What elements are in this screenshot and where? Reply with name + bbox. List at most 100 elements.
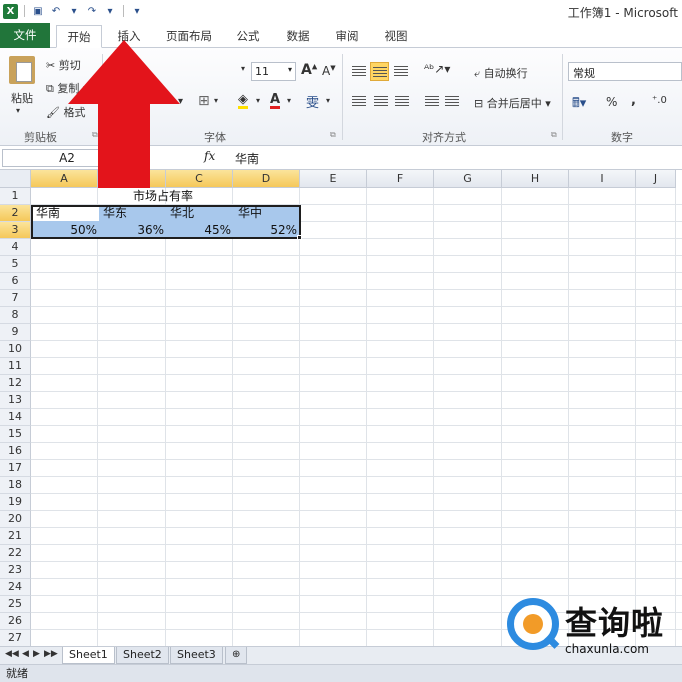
row-header-5[interactable]: 5 — [0, 256, 31, 273]
phonetic-icon[interactable]: 雯 — [306, 92, 319, 111]
row-header-25[interactable]: 25 — [0, 596, 31, 613]
next-sheet-icon[interactable]: ▶ — [33, 649, 40, 659]
row-header-6[interactable]: 6 — [0, 273, 31, 290]
insert-function-icon[interactable]: fx — [204, 149, 215, 163]
customize-qat-icon[interactable]: ▾ — [130, 4, 144, 18]
column-header-d[interactable]: D — [233, 170, 300, 188]
status-bar: 就绪 — [0, 664, 682, 682]
orientation-icon[interactable]: ᴬᵇ↗▾ — [424, 62, 450, 76]
shrink-font-button[interactable]: A▼ — [322, 64, 336, 78]
dialog-launcher-icon[interactable]: ⧉ — [551, 130, 557, 140]
save-icon[interactable]: ▣ — [31, 4, 45, 18]
row-header-12[interactable]: 12 — [0, 375, 31, 392]
row-header-21[interactable]: 21 — [0, 528, 31, 545]
column-header-i[interactable]: I — [569, 170, 636, 188]
column-header-f[interactable]: F — [367, 170, 434, 188]
currency-icon[interactable]: 🖩▾ — [572, 94, 586, 116]
sheet-tab-sheet3[interactable]: Sheet3 — [170, 647, 223, 664]
dropdown-arrow-icon[interactable]: ▾ — [103, 4, 117, 18]
row-header-22[interactable]: 22 — [0, 545, 31, 562]
cell-b3[interactable]: 36% — [100, 222, 167, 238]
row-header-11[interactable]: 11 — [0, 358, 31, 375]
first-sheet-icon[interactable]: ◀◀ — [5, 649, 19, 659]
select-all-corner[interactable] — [0, 170, 31, 188]
row-header-18[interactable]: 18 — [0, 477, 31, 494]
cell-d3[interactable]: 52% — [234, 222, 300, 238]
row-header-2[interactable]: 2 — [0, 205, 31, 222]
align-top-button[interactable] — [350, 62, 368, 80]
row-header-16[interactable]: 16 — [0, 443, 31, 460]
row-header-8[interactable]: 8 — [0, 307, 31, 324]
row-header-9[interactable]: 9 — [0, 324, 31, 341]
fill-color-icon[interactable]: ◈ — [238, 93, 248, 109]
formula-input[interactable]: 华南 — [235, 150, 259, 167]
cell-d2[interactable]: 华中 — [235, 205, 265, 221]
cell-title[interactable]: 市场占有率 — [130, 188, 196, 204]
tab-data[interactable]: 数据 — [278, 25, 318, 48]
undo-icon[interactable]: ↶ — [49, 4, 63, 18]
row-header-15[interactable]: 15 — [0, 426, 31, 443]
cell-c2[interactable]: 华北 — [167, 205, 197, 221]
border-dropdown-icon[interactable]: ▾ — [214, 96, 218, 105]
tab-review[interactable]: 审阅 — [327, 25, 367, 48]
decrease-indent-button[interactable] — [423, 92, 441, 110]
merge-center-button[interactable]: ⊟ 合并后居中 ▾ — [474, 95, 551, 111]
tab-file[interactable]: 文件 — [0, 23, 50, 48]
row-header-19[interactable]: 19 — [0, 494, 31, 511]
cell-a3[interactable]: 50% — [33, 222, 100, 238]
align-center-button[interactable] — [372, 92, 390, 110]
align-left-button[interactable] — [350, 92, 368, 110]
column-header-g[interactable]: G — [434, 170, 502, 188]
cell-b2[interactable]: 华东 — [100, 205, 130, 221]
row-header-24[interactable]: 24 — [0, 579, 31, 596]
column-header-e[interactable]: E — [300, 170, 367, 188]
insert-sheet-icon[interactable]: ⊕ — [225, 647, 248, 664]
font-color-dropdown-icon[interactable]: ▾ — [287, 96, 291, 105]
align-middle-button[interactable] — [370, 62, 389, 81]
row-header-1[interactable]: 1 — [0, 188, 31, 205]
row-header-26[interactable]: 26 — [0, 613, 31, 630]
column-header-j[interactable]: J — [636, 170, 676, 188]
font-size-select[interactable]: 11 ▾ — [251, 62, 296, 81]
sheet-tab-sheet2[interactable]: Sheet2 — [116, 647, 169, 664]
font-color-icon[interactable]: A — [270, 93, 281, 109]
prev-sheet-icon[interactable]: ◀ — [22, 649, 29, 659]
paste-dropdown-icon[interactable]: ▾ — [16, 106, 20, 115]
fill-dropdown-icon[interactable]: ▾ — [256, 96, 260, 105]
dropdown-arrow-icon[interactable]: ▾ — [67, 4, 81, 18]
row-header-23[interactable]: 23 — [0, 562, 31, 579]
row-header-4[interactable]: 4 — [0, 239, 31, 256]
last-sheet-icon[interactable]: ▶▶ — [44, 649, 58, 659]
font-name-dropdown-icon[interactable]: ▾ — [241, 64, 245, 73]
row-header-10[interactable]: 10 — [0, 341, 31, 358]
phonetic-dropdown-icon[interactable]: ▾ — [326, 96, 330, 105]
row-header-20[interactable]: 20 — [0, 511, 31, 528]
grow-font-button[interactable]: A▲ — [301, 62, 317, 78]
align-bottom-button[interactable] — [392, 62, 410, 80]
row-header-27[interactable]: 27 — [0, 630, 31, 646]
wrap-text-button[interactable]: ⤶ 自动换行 — [474, 65, 528, 81]
row-header-3[interactable]: 3 — [0, 222, 31, 239]
percent-button[interactable]: % — [606, 95, 617, 109]
redo-icon[interactable]: ↷ — [85, 4, 99, 18]
increase-indent-button[interactable] — [443, 92, 461, 110]
cell-a2[interactable]: 华南 — [33, 205, 63, 221]
row-header-14[interactable]: 14 — [0, 409, 31, 426]
row-header-17[interactable]: 17 — [0, 460, 31, 477]
worksheet-grid[interactable]: ABCDEFGHIJ 12345678910111213141516171819… — [0, 170, 682, 646]
comma-button[interactable]: , — [631, 93, 636, 108]
tab-view[interactable]: 视图 — [376, 25, 416, 48]
number-format-select[interactable]: 常规 — [568, 62, 682, 81]
shrink-font-glyph: A — [322, 64, 331, 78]
tab-formulas[interactable]: 公式 — [228, 25, 268, 48]
column-header-h[interactable]: H — [502, 170, 569, 188]
align-right-button[interactable] — [393, 92, 411, 110]
border-icon[interactable]: ⊞ — [198, 93, 210, 109]
cell-c3[interactable]: 45% — [167, 222, 234, 238]
row-header-7[interactable]: 7 — [0, 290, 31, 307]
sheet-tab-sheet1[interactable]: Sheet1 — [62, 647, 115, 664]
row-header-13[interactable]: 13 — [0, 392, 31, 409]
gridline-horizontal — [31, 374, 682, 375]
increase-decimal-icon[interactable]: ⁺.0 — [652, 95, 667, 106]
dialog-launcher-icon[interactable]: ⧉ — [330, 130, 336, 140]
